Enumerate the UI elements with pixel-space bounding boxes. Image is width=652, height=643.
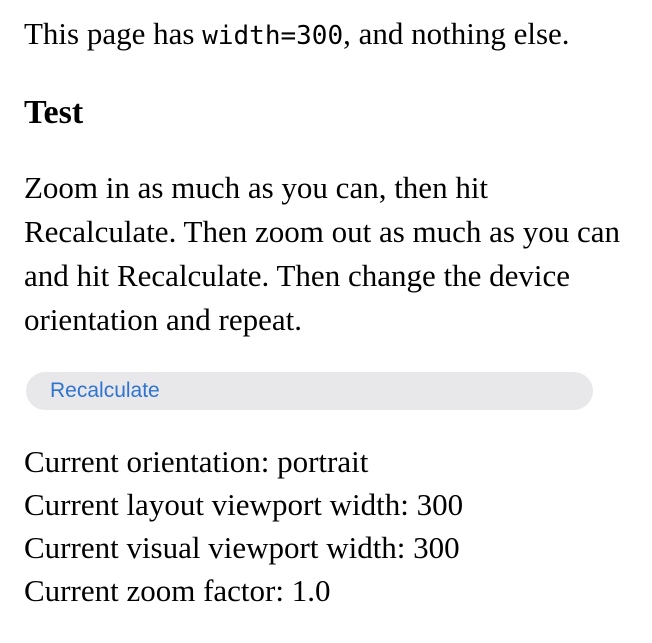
test-instructions: Zoom in as much as you can, then hit Rec…	[24, 170, 620, 337]
layout-viewport-width-readout: Current layout viewport width: 300	[24, 487, 464, 522]
page-content: This page has width=300, and nothing els…	[24, 12, 634, 612]
intro-text-before: This page has	[24, 16, 203, 51]
visual-viewport-width-readout: Current visual viewport width: 300	[24, 530, 460, 565]
intro-text: This page has width=300, and nothing els…	[24, 12, 634, 58]
results-list: Current orientation: portrait Current la…	[24, 440, 634, 612]
recalculate-button[interactable]: Recalculate	[26, 372, 593, 410]
intro-text-after: , and nothing else.	[343, 16, 570, 51]
zoom-factor-readout: Current zoom factor: 1.0	[24, 573, 331, 608]
orientation-readout: Current orientation: portrait	[24, 444, 369, 479]
test-heading: Test	[24, 94, 84, 131]
viewport-width-code: width=300	[202, 21, 344, 51]
